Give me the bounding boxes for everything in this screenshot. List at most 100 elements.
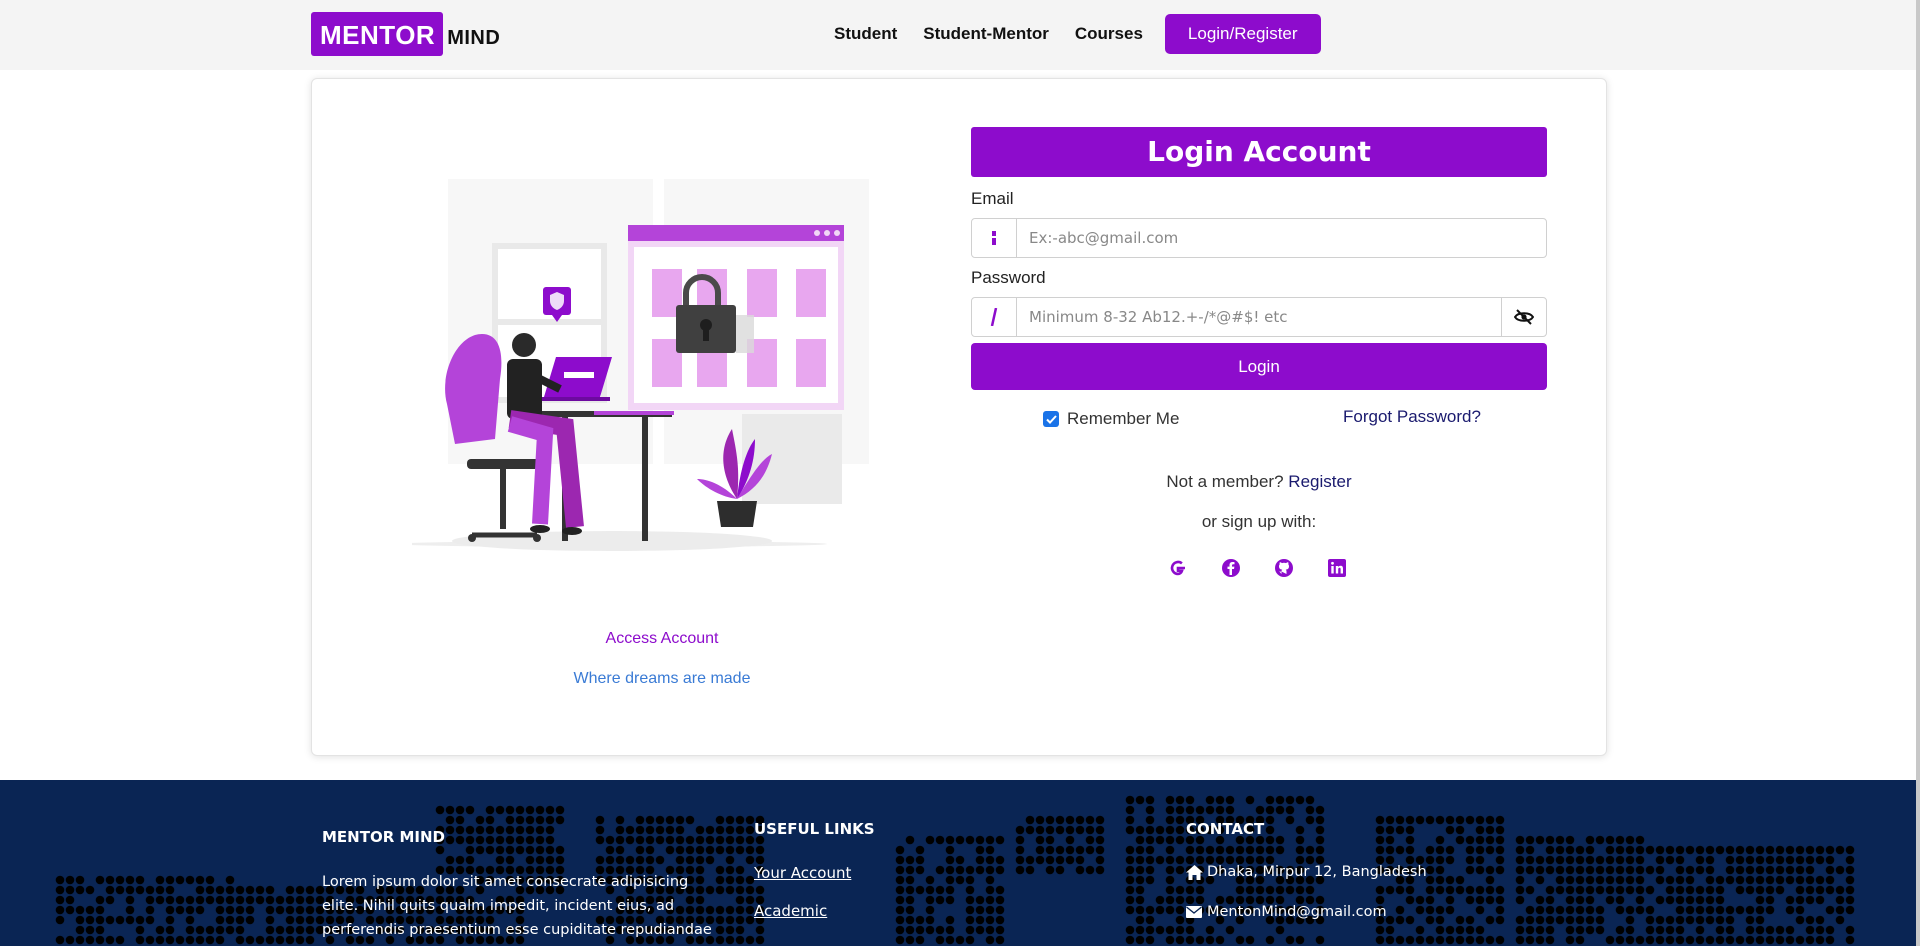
brand-logo[interactable]: MENTOR MIND (311, 12, 500, 56)
map-dot (1675, 865, 1685, 875)
map-dot (1845, 905, 1855, 915)
map-dot (1635, 935, 1645, 945)
map-dot (1165, 895, 1175, 905)
not-member-label: Not a member? (1166, 472, 1284, 491)
email-input[interactable] (1017, 219, 1546, 257)
map-dot (1815, 875, 1825, 885)
map-dot (115, 875, 125, 885)
map-dot (1615, 845, 1625, 855)
map-dot (1145, 935, 1155, 945)
map-dot (1255, 805, 1265, 815)
map-dot (275, 935, 285, 945)
footer-link-academic[interactable]: Academic (754, 902, 1054, 920)
map-dot (1625, 935, 1635, 945)
map-dot (1725, 865, 1735, 875)
nav-link-courses[interactable]: Courses (1075, 14, 1143, 54)
login-register-button[interactable]: Login/Register (1164, 14, 1321, 54)
github-icon[interactable] (1273, 557, 1295, 579)
map-dot (1285, 935, 1295, 945)
map-dot (305, 905, 315, 915)
toggle-visibility-icon[interactable] (1501, 298, 1546, 336)
map-dot (1445, 935, 1455, 945)
map-dot (235, 915, 245, 925)
linkedin-icon[interactable] (1326, 557, 1348, 579)
map-dot (1245, 795, 1255, 805)
map-dot (1135, 845, 1145, 855)
footer-link-your-account[interactable]: Your Account (754, 864, 1054, 882)
map-dot (1175, 925, 1185, 935)
map-dot (1125, 885, 1135, 895)
forgot-password-link[interactable]: Forgot Password? (1343, 407, 1481, 427)
map-dot (1775, 845, 1785, 855)
map-dot (1075, 855, 1085, 865)
register-link[interactable]: Register (1288, 472, 1351, 491)
access-account-caption: Access Account (605, 630, 719, 647)
map-dot (1585, 905, 1595, 915)
google-icon[interactable] (1167, 557, 1189, 579)
map-dot (255, 895, 265, 905)
map-dot (1145, 865, 1155, 875)
map-dot (1165, 835, 1175, 845)
map-dot (155, 875, 165, 885)
map-dot (895, 935, 905, 945)
map-dot (1055, 865, 1065, 875)
map-dot (1625, 885, 1635, 895)
login-illustration (412, 179, 869, 551)
map-dot (1415, 925, 1425, 935)
map-dot (1765, 935, 1775, 945)
map-dot (1165, 825, 1175, 835)
map-dot (545, 815, 555, 825)
map-dot (1785, 895, 1795, 905)
map-dot (1845, 885, 1855, 895)
map-dot (1545, 925, 1555, 935)
map-dot (1685, 915, 1695, 925)
map-dot (745, 935, 755, 945)
map-dot (1745, 855, 1755, 865)
scrollbar[interactable] (1916, 0, 1920, 946)
footer: MENTOR MIND Lorem ipsum dolor sit amet c… (0, 780, 1920, 946)
email-input-group (971, 218, 1547, 258)
password-input[interactable] (1017, 298, 1501, 336)
map-dot (295, 915, 305, 925)
map-dot (1565, 925, 1575, 935)
map-dot (1705, 845, 1715, 855)
map-dot (1725, 875, 1735, 885)
map-dot (1465, 925, 1475, 935)
map-dot (725, 815, 735, 825)
map-dot (1125, 935, 1135, 945)
map-dot (445, 815, 455, 825)
navbar: MENTOR MIND Student Student-Mentor Cours… (0, 0, 1920, 70)
map-dot (485, 805, 495, 815)
facebook-icon[interactable] (1220, 557, 1242, 579)
map-dot (165, 905, 175, 915)
nav-link-student[interactable]: Student (834, 14, 897, 54)
map-dot (1715, 885, 1725, 895)
map-dot (1795, 875, 1805, 885)
map-dot (1565, 935, 1575, 945)
map-dot (1085, 845, 1095, 855)
map-dot (1735, 845, 1745, 855)
map-dot (1095, 855, 1105, 865)
remember-me-checkbox[interactable] (1043, 411, 1059, 427)
map-dot (1525, 925, 1535, 935)
map-dot (1655, 845, 1665, 855)
map-dot (1615, 935, 1625, 945)
map-dot (205, 885, 215, 895)
map-dot (185, 935, 195, 945)
map-dot (1145, 875, 1155, 885)
map-dot (135, 915, 145, 925)
map-dot (1845, 935, 1855, 945)
map-dot (745, 815, 755, 825)
map-dot (1765, 845, 1775, 855)
login-button[interactable]: Login (971, 343, 1547, 390)
nav-link-student-mentor[interactable]: Student-Mentor (923, 14, 1049, 54)
map-dot (455, 805, 465, 815)
map-dot (1145, 925, 1155, 935)
map-dot (175, 905, 185, 915)
map-dot (1075, 865, 1085, 875)
map-dot (95, 875, 105, 885)
remember-me: Remember Me (1043, 409, 1179, 429)
map-dot (295, 925, 305, 935)
footer-links: USEFUL LINKS Your Account Academic (754, 820, 1054, 920)
map-dot (1165, 805, 1175, 815)
